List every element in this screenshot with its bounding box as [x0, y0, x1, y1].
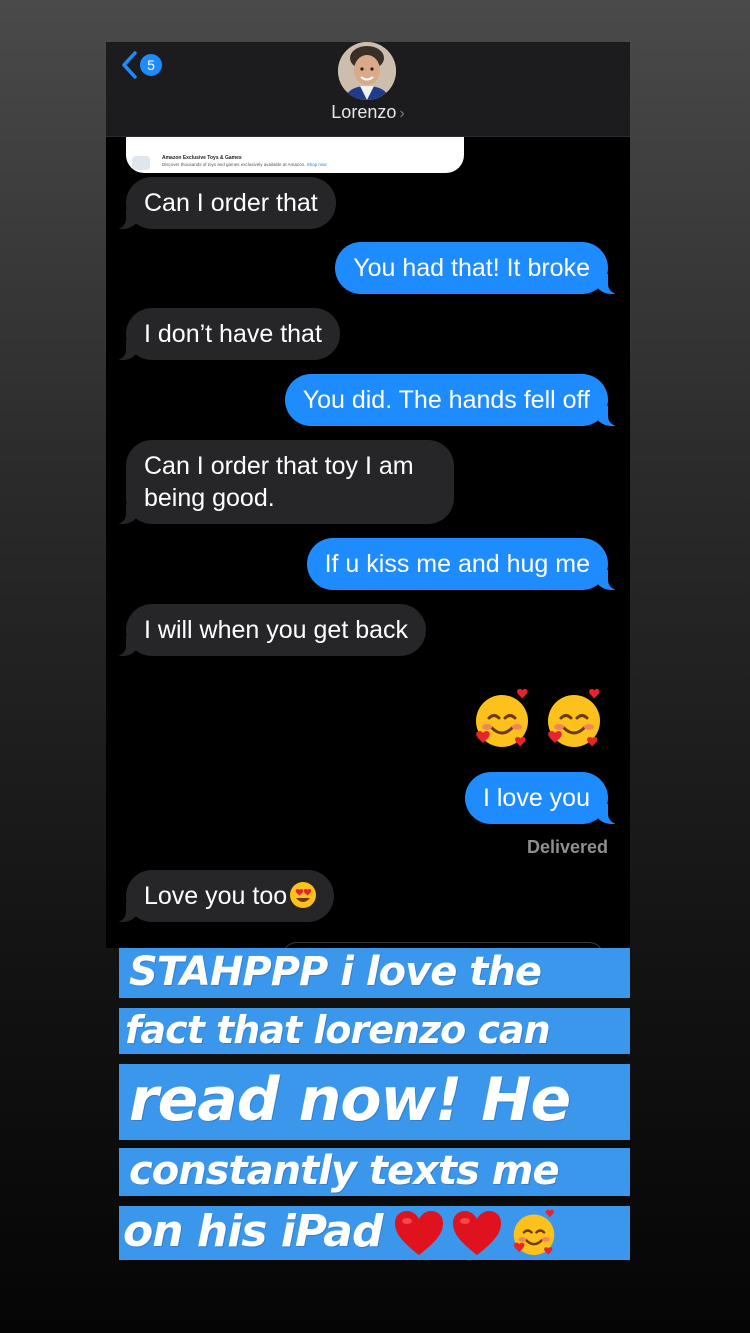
- sent-message[interactable]: You had that! It broke: [335, 242, 618, 294]
- delivered-status: Delivered: [526, 837, 608, 857]
- caption-line-2: fact that lorenzo can: [119, 1008, 630, 1054]
- back-button[interactable]: 5: [120, 50, 162, 80]
- emoji-message[interactable]: [470, 688, 606, 752]
- sent-message[interactable]: You did. The hands fell off: [284, 374, 619, 426]
- smiling-face-with-hearts-icon: [513, 1209, 554, 1256]
- received-message[interactable]: Can I order that toy I am being good.: [116, 440, 454, 524]
- unread-count-badge: 5: [140, 54, 162, 76]
- sent-message[interactable]: I love you: [464, 772, 619, 824]
- caption-line-1: STAHPPP i love the: [119, 948, 630, 998]
- red-heart-icon: [394, 1211, 443, 1255]
- link-preview-thumbnail: [132, 156, 150, 170]
- link-preview-cta[interactable]: Shop now: [307, 162, 327, 167]
- received-message[interactable]: Love you too: [115, 870, 335, 922]
- red-heart-icon: [452, 1211, 501, 1255]
- smiling-face-with-hearts-icon: [548, 689, 600, 747]
- caption-emoji: [393, 1209, 559, 1259]
- sent-message[interactable]: If u kiss me and hug me: [306, 538, 619, 590]
- caption-line-5: on his iPad: [119, 1206, 630, 1260]
- received-message[interactable]: I don’t have that: [116, 308, 340, 360]
- caption-line-3: read now! He: [119, 1064, 630, 1140]
- avatar[interactable]: [338, 42, 396, 100]
- caption-line-5-text: on his iPad: [123, 1206, 383, 1257]
- link-preview-title: Amazon Exclusive Toys & Games: [162, 155, 242, 161]
- contact-name: Lorenzo: [331, 102, 397, 122]
- contact-name-button[interactable]: Lorenzo ›: [106, 102, 630, 123]
- smiling-face-with-hearts-icon: [476, 689, 528, 747]
- imessage-screen: 5 Lorenzo › Amazon Exclusive Toys & Games…: [106, 42, 630, 948]
- conversation-header: 5 Lorenzo ›: [106, 42, 630, 137]
- link-preview-description: Discover thousands of toys and games exc…: [162, 162, 327, 167]
- caption-line-4: constantly texts me: [119, 1148, 630, 1196]
- chevron-left-icon: [122, 51, 137, 79]
- link-preview-card[interactable]: Amazon Exclusive Toys & Games Discover t…: [126, 137, 464, 173]
- received-message[interactable]: I will when you get back: [115, 604, 427, 656]
- chevron-right-icon: ›: [399, 105, 405, 122]
- message-text: Love you too: [144, 882, 288, 910]
- heart-eyes-emoji-icon: [290, 882, 317, 908]
- received-message[interactable]: Can I order that: [116, 177, 336, 229]
